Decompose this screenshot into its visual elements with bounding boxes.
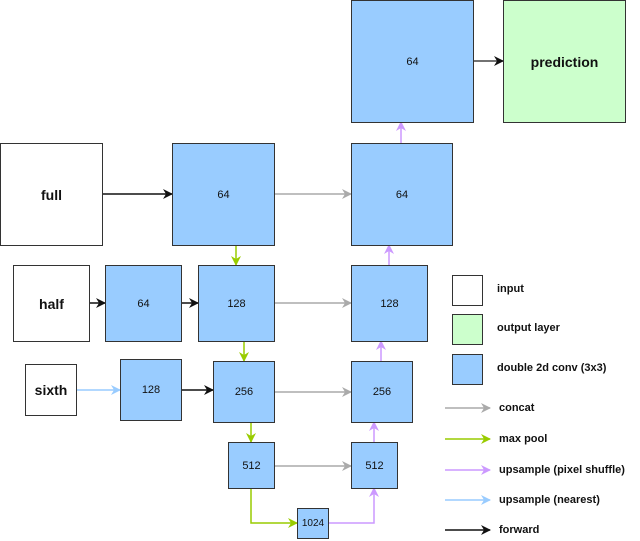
conv-dec-256: 256 bbox=[351, 361, 413, 423]
input-sixth: sixth bbox=[25, 364, 77, 416]
conv-dec-512: 512 bbox=[351, 442, 398, 489]
conv-enc-512: 512 bbox=[228, 442, 275, 489]
legend-pixelshuffle-label: upsample (pixel shuffle) bbox=[499, 464, 625, 476]
conv-dec-64: 64 bbox=[351, 143, 453, 246]
legend-input-swatch bbox=[452, 275, 483, 306]
conv-enc-64: 64 bbox=[172, 143, 275, 246]
input-half: half bbox=[13, 265, 90, 342]
conv-dec-128: 128 bbox=[351, 265, 428, 342]
legend-conv-label: double 2d conv (3x3) bbox=[497, 362, 607, 374]
conv-bottleneck-1024: 1024 bbox=[297, 508, 329, 539]
legend-conv-swatch bbox=[452, 354, 483, 385]
edge-pixelshuffle-1 bbox=[328, 487, 379, 524]
conv-head-64: 64 bbox=[351, 0, 474, 123]
conv-half-64: 64 bbox=[105, 265, 182, 342]
conv-enc-128: 128 bbox=[198, 265, 275, 342]
legend-output-label: output layer bbox=[497, 322, 560, 334]
conv-sixth-128: 128 bbox=[120, 359, 182, 421]
legend-forward-label: forward bbox=[499, 524, 540, 536]
legend-maxpool-label: max pool bbox=[499, 433, 548, 445]
legend-concat-label: concat bbox=[499, 402, 535, 414]
output-prediction: prediction bbox=[503, 0, 626, 123]
edge-maxpool-4 bbox=[250, 488, 298, 528]
legend-input-label: input bbox=[497, 283, 524, 295]
legend-output-swatch bbox=[452, 314, 483, 345]
conv-enc-256: 256 bbox=[213, 361, 275, 423]
legend-nearest-label: upsample (nearest) bbox=[499, 494, 600, 506]
input-full: full bbox=[0, 143, 103, 246]
